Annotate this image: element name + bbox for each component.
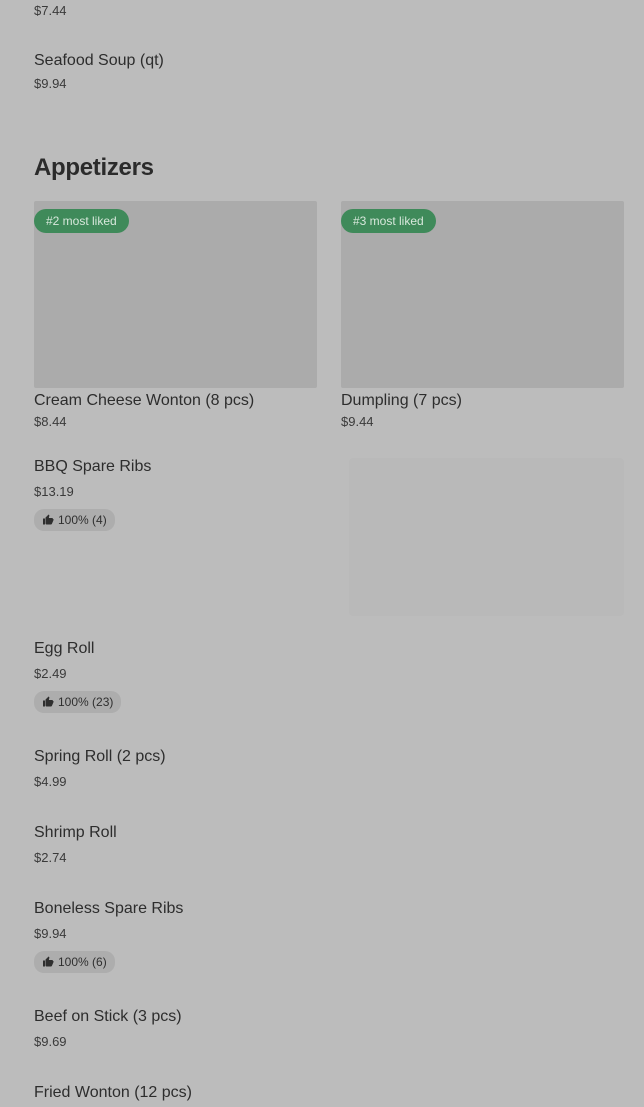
most-liked-badge: #2 most liked bbox=[34, 209, 129, 233]
menu-item-price: $9.44 bbox=[341, 414, 374, 429]
featured-card-dumpling[interactable]: #3 most liked Dumpling (7 pcs) $9.44 bbox=[341, 201, 624, 429]
menu-item-fried-wonton[interactable]: Fried Wonton (12 pcs) bbox=[34, 1084, 192, 1102]
menu-item-name: Beef on Stick (3 pcs) bbox=[34, 1008, 182, 1025]
menu-item-shrimp-roll[interactable]: Shrimp Roll $2.74 bbox=[34, 824, 117, 865]
menu-item-price: $7.44 bbox=[34, 3, 67, 18]
item-image: #3 most liked bbox=[341, 201, 624, 388]
section-title: Appetizers bbox=[34, 154, 154, 181]
menu-item-name: Seafood Soup (qt) bbox=[34, 52, 164, 69]
most-liked-badge: #3 most liked bbox=[341, 209, 436, 233]
menu-item-seafood-soup[interactable]: Seafood Soup (qt) $9.94 bbox=[34, 52, 164, 91]
rating-badge: 100% (4) bbox=[34, 509, 115, 531]
menu-item-spring-roll[interactable]: Spring Roll (2 pcs) $4.99 bbox=[34, 748, 166, 789]
thumbs-up-icon bbox=[42, 696, 54, 708]
menu-item-price: $2.49 bbox=[34, 666, 67, 681]
rating-badge: 100% (23) bbox=[34, 691, 122, 713]
menu-item-bbq-spare-ribs[interactable]: BBQ Spare Ribs $13.19 100% (4) bbox=[34, 458, 151, 531]
menu-item-name: BBQ Spare Ribs bbox=[34, 458, 152, 475]
thumbs-up-icon bbox=[42, 956, 54, 968]
menu-item-name: Dumpling (7 pcs) bbox=[341, 392, 462, 409]
menu-item-boneless-spare-ribs[interactable]: Boneless Spare Ribs $9.94 100% (6) bbox=[34, 900, 183, 973]
rating-text: 100% (6) bbox=[58, 955, 107, 969]
menu-item-beef-on-stick[interactable]: Beef on Stick (3 pcs) $9.69 bbox=[34, 1008, 182, 1049]
menu-item-name: Boneless Spare Ribs bbox=[34, 900, 184, 917]
thumbs-up-icon bbox=[42, 514, 54, 526]
menu-item-price: $9.94 bbox=[34, 926, 67, 941]
rating-badge: 100% (6) bbox=[34, 951, 115, 973]
menu-item-name: Cream Cheese Wonton (8 pcs) bbox=[34, 392, 255, 409]
menu-item-price: $8.44 bbox=[34, 414, 67, 429]
menu-item-egg-roll[interactable]: Egg Roll $2.49 100% (23) bbox=[34, 640, 122, 713]
menu-item-name: Spring Roll (2 pcs) bbox=[34, 748, 166, 765]
menu-item-price: $4.99 bbox=[34, 774, 67, 789]
rating-text: 100% (23) bbox=[58, 695, 114, 709]
item-image: #2 most liked bbox=[34, 201, 317, 388]
menu-item-name: Shrimp Roll bbox=[34, 824, 117, 841]
menu-item-price: $9.94 bbox=[34, 76, 67, 91]
menu-item-price: $2.74 bbox=[34, 850, 67, 865]
rating-text: 100% (4) bbox=[58, 513, 107, 527]
item-image-placeholder bbox=[349, 458, 624, 616]
menu-item-price: $9.69 bbox=[34, 1034, 67, 1049]
menu-item-price: $13.19 bbox=[34, 484, 74, 499]
menu-item-name: Egg Roll bbox=[34, 640, 95, 657]
featured-card-cream-cheese-wonton[interactable]: #2 most liked Cream Cheese Wonton (8 pcs… bbox=[34, 201, 317, 429]
menu-item-name: Fried Wonton (12 pcs) bbox=[34, 1084, 192, 1101]
